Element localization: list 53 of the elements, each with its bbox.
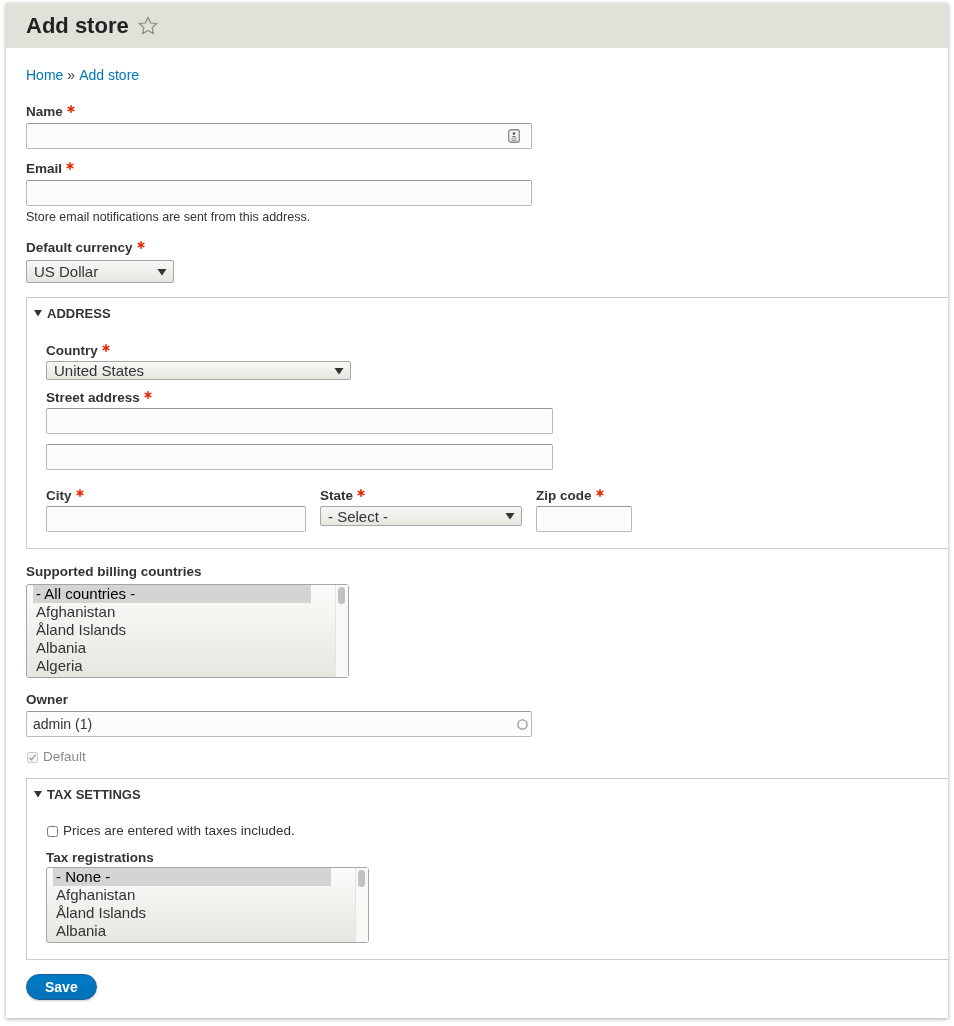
- text-input[interactable]: [536, 506, 632, 532]
- contact-card-icon[interactable]: [508, 129, 520, 143]
- email-input[interactable]: [26, 180, 532, 206]
- list-option[interactable]: - All countries -: [33, 585, 311, 603]
- field-label: Street address: [46, 390, 140, 406]
- field-label: Country: [46, 343, 98, 359]
- list-option[interactable]: Albania: [53, 922, 331, 940]
- field-label: Email: [26, 161, 63, 177]
- page-title: Add store: [26, 12, 129, 39]
- section-toggle[interactable]: TAX SETTINGS: [27, 779, 147, 809]
- field-label: Name: [26, 104, 63, 120]
- checkbox-label: Default: [43, 750, 86, 764]
- text-input[interactable]: [46, 408, 553, 434]
- list-option[interactable]: Åland Islands: [33, 621, 311, 639]
- text-input[interactable]: [26, 123, 532, 149]
- field-label: Tax registrations: [46, 850, 154, 866]
- field-label: Owner: [26, 692, 68, 708]
- field-label: City: [46, 488, 72, 504]
- section-toggle[interactable]: ADDRESS: [27, 298, 117, 328]
- dropdown[interactable]: United States: [46, 361, 351, 380]
- scrollbar[interactable]: [335, 585, 348, 677]
- list-option[interactable]: Afghanistan: [53, 886, 331, 904]
- listbox[interactable]: - All countries - Afghanistan Åland Islands Albania Algeria: [26, 584, 349, 678]
- text-input[interactable]: [46, 506, 306, 532]
- breadcrumb-link[interactable]: Home: [26, 67, 64, 83]
- autocomplete-input[interactable]: admin (1): [26, 711, 532, 737]
- listbox[interactable]: - None - Afghanistan Åland Islands Albania: [46, 867, 369, 943]
- caret-icon: [505, 512, 515, 520]
- star-icon[interactable]: [137, 15, 158, 36]
- list-option[interactable]: Åland Islands: [53, 904, 331, 922]
- checkbox-label: Prices are entered with taxes included.: [63, 824, 295, 838]
- breadcrumb-separator: »: [67, 67, 76, 83]
- field-label: Zip code: [536, 488, 592, 504]
- caret-icon: [334, 366, 344, 375]
- save-button[interactable]: Save: [26, 974, 97, 1000]
- list-option[interactable]: Algeria: [33, 657, 311, 675]
- circle-icon: [517, 718, 528, 730]
- breadcrumb-link[interactable]: Add store: [79, 67, 140, 83]
- field-label: State: [320, 488, 353, 504]
- text-input[interactable]: [46, 444, 553, 470]
- dropdown[interactable]: - Select -: [320, 506, 522, 526]
- dropdown[interactable]: US Dollar: [26, 260, 174, 283]
- list-option[interactable]: Albania: [33, 639, 311, 657]
- checkbox[interactable]: [47, 825, 58, 837]
- scrollbar-thumb[interactable]: [338, 587, 345, 604]
- field-label: Supported billing countries: [26, 564, 202, 580]
- scrollbar[interactable]: [355, 868, 368, 942]
- field-label: Default currency: [26, 240, 133, 256]
- field-description: Store email notifications are sent from this address.: [26, 210, 311, 224]
- list-option[interactable]: Afghanistan: [33, 603, 311, 621]
- caret-icon: [157, 267, 167, 276]
- scrollbar-thumb[interactable]: [358, 870, 365, 887]
- list-option[interactable]: - None -: [53, 868, 331, 886]
